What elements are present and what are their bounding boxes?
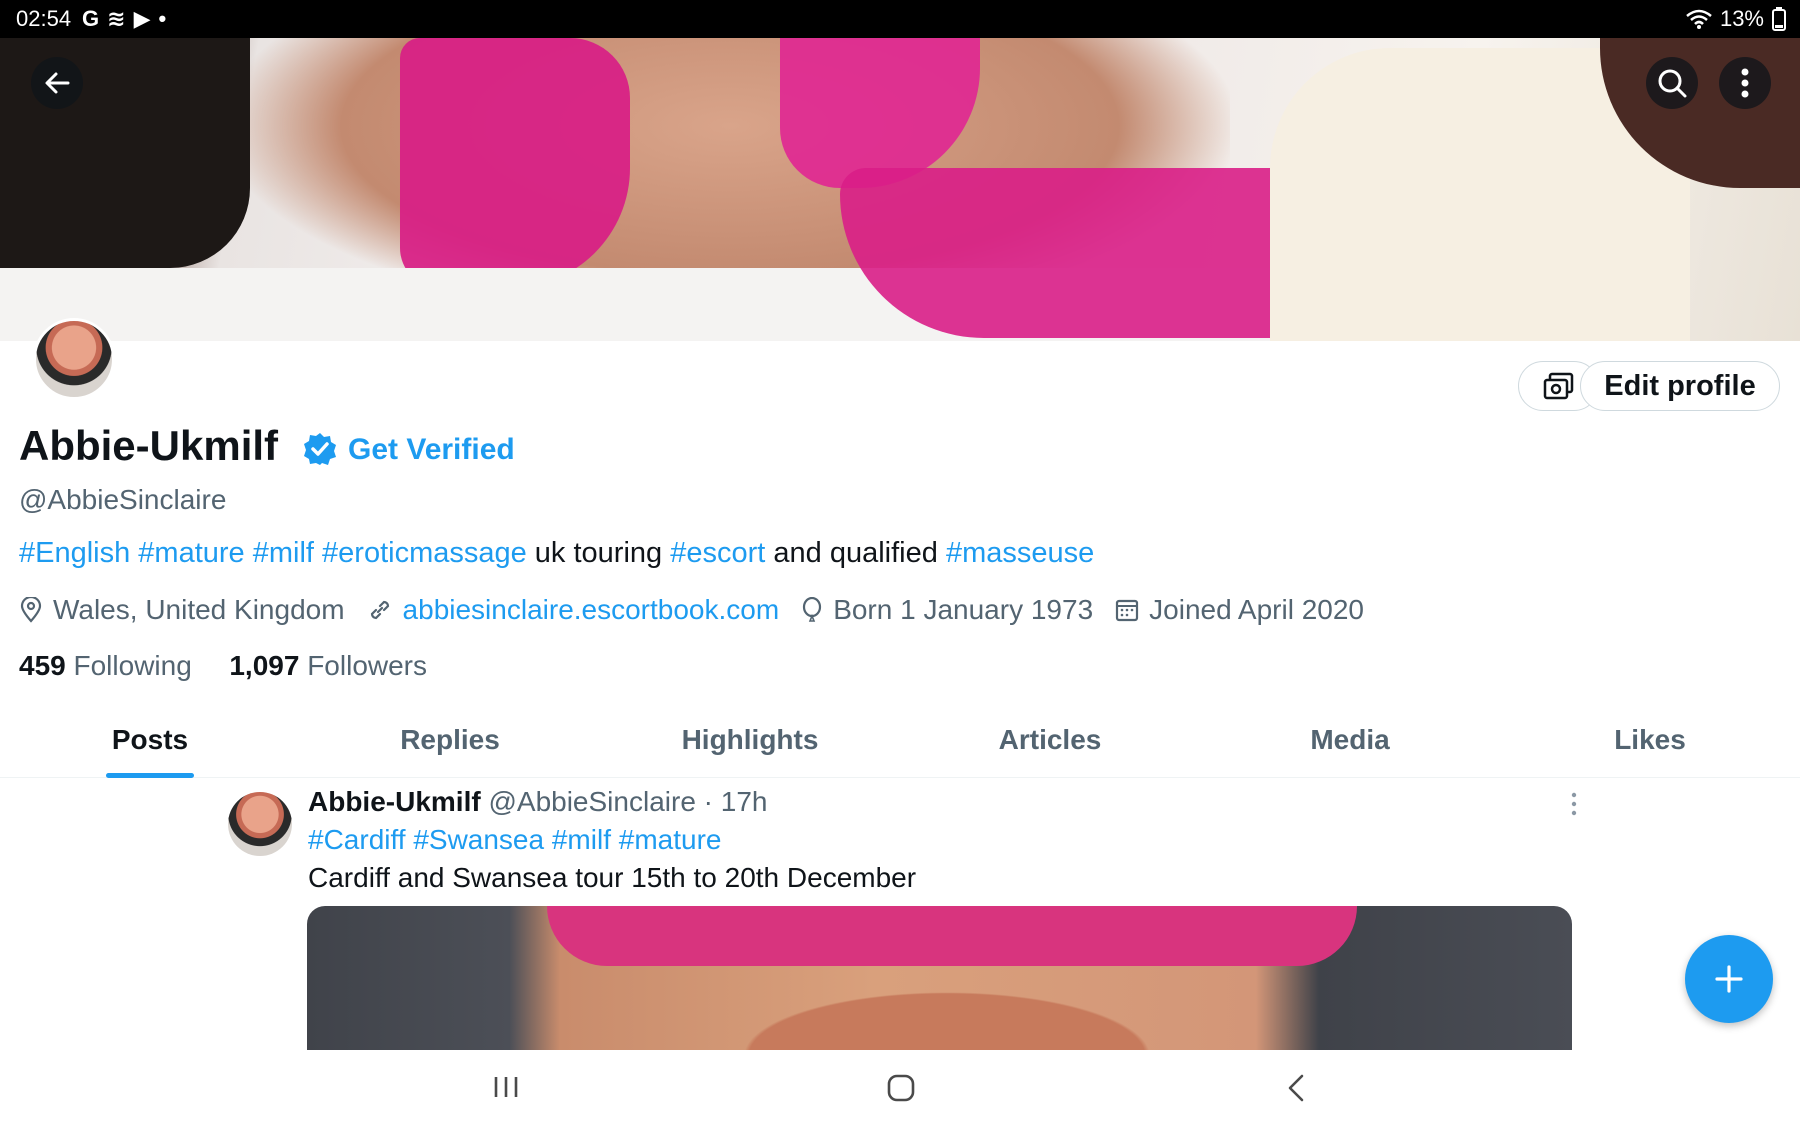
tab-label: Articles — [998, 724, 1102, 755]
mail-icon: ≋ — [107, 6, 126, 31]
post-more-icon[interactable] — [1570, 792, 1578, 816]
bio-hashtag-masseuse[interactable]: #masseuse — [946, 537, 1094, 569]
wifi-icon — [1686, 9, 1712, 29]
edit-profile-button[interactable]: Edit profile — [1580, 361, 1780, 411]
plus-icon — [1715, 965, 1743, 993]
profile-joined-date: Joined April 2020 — [1149, 594, 1364, 625]
following-label: Following — [73, 650, 192, 681]
tab-articles[interactable]: Articles — [900, 714, 1200, 777]
active-tab-indicator — [106, 773, 194, 778]
dot-icon: • — [158, 6, 167, 31]
post-text: Cardiff and Swansea tour 15th to 20th De… — [308, 862, 917, 893]
home-icon[interactable] — [887, 1074, 915, 1102]
followers-count: 1,097 — [229, 650, 300, 681]
location-icon — [20, 597, 42, 623]
link-icon — [370, 600, 389, 620]
arrow-left-icon — [45, 72, 70, 94]
back-button[interactable] — [31, 57, 83, 109]
profile-avatar[interactable] — [33, 318, 115, 400]
followers-label: Followers — [307, 650, 428, 681]
profile-banner[interactable] — [0, 38, 1800, 341]
profile-birthdate: Born 1 January 1973 — [833, 594, 1094, 625]
google-icon: G — [82, 6, 100, 31]
profile-website-link[interactable]: abbiesinclaire.escortbook.com — [403, 594, 780, 626]
following-count: 459 — [19, 650, 66, 681]
notification-icons: G ≋ ▶ • — [82, 7, 166, 31]
profile-handle: @AbbieSinclaire — [19, 484, 227, 515]
tab-label: Media — [1310, 724, 1390, 755]
search-icon — [1658, 69, 1687, 98]
tab-label: Highlights — [681, 724, 819, 755]
post-media-image[interactable] — [307, 906, 1572, 1050]
post-header: Abbie-Ukmilf @AbbieSinclaire · 17h — [308, 786, 767, 818]
status-bar: 02:54 G ≋ ▶ • 13% — [0, 0, 1800, 38]
calendar-icon — [1116, 599, 1139, 622]
profile-bio: #English #mature #milf #eroticmassage uk… — [19, 537, 1094, 570]
bio-text: uk touring — [526, 537, 671, 569]
more-button[interactable] — [1719, 57, 1771, 109]
back-nav-icon[interactable] — [1287, 1074, 1305, 1102]
battery-icon — [1772, 7, 1786, 31]
tab-label: Posts — [111, 724, 189, 755]
balloon-icon — [803, 597, 822, 622]
post-author-name[interactable]: Abbie-Ukmilf — [308, 786, 481, 817]
tab-posts[interactable]: Posts — [0, 714, 300, 778]
post-handle-time: @AbbieSinclaire · 17h — [488, 786, 768, 817]
profile-display-name: Abbie-Ukmilf — [19, 422, 279, 469]
tab-highlights[interactable]: Highlights — [600, 714, 900, 777]
tab-replies[interactable]: Replies — [300, 714, 600, 777]
bio-hashtag-escort[interactable]: #escort — [670, 537, 765, 569]
followers-link[interactable]: 1,097 Followers — [229, 650, 427, 681]
verified-badge-icon — [304, 433, 336, 465]
tab-likes[interactable]: Likes — [1500, 714, 1800, 777]
profile-tabs: Posts Replies Highlights Articles Media … — [0, 714, 1800, 778]
analytics-icon — [1543, 372, 1573, 400]
follow-stats: 459 Following 1,097 Followers — [19, 650, 427, 682]
profile-location: Wales, United Kingdom — [53, 594, 345, 625]
search-button[interactable] — [1646, 57, 1698, 109]
tab-media[interactable]: Media — [1200, 714, 1500, 777]
post-author-avatar[interactable] — [228, 792, 292, 856]
get-verified-link[interactable]: Get Verified — [348, 433, 515, 467]
tab-label: Replies — [400, 724, 500, 755]
system-nav-bar — [0, 1050, 1800, 1125]
profile-meta: Wales, United Kingdom abbiesinclaire.esc… — [19, 594, 1386, 626]
post-hashtags[interactable]: #Cardiff #Swansea #milf #mature — [308, 824, 721, 856]
more-vertical-icon — [1741, 68, 1749, 98]
tab-label: Likes — [1614, 724, 1686, 755]
compose-button[interactable] — [1685, 935, 1773, 1023]
youtube-icon: ▶ — [133, 6, 151, 31]
bio-text-2: and qualified — [765, 537, 946, 569]
battery-percent: 13% — [1719, 6, 1764, 31]
status-time: 02:54 — [16, 6, 72, 31]
bio-hashtags[interactable]: #English #mature #milf #eroticmassage — [19, 537, 527, 569]
recent-apps-icon[interactable] — [492, 1075, 520, 1099]
following-link[interactable]: 459 Following — [19, 650, 192, 681]
